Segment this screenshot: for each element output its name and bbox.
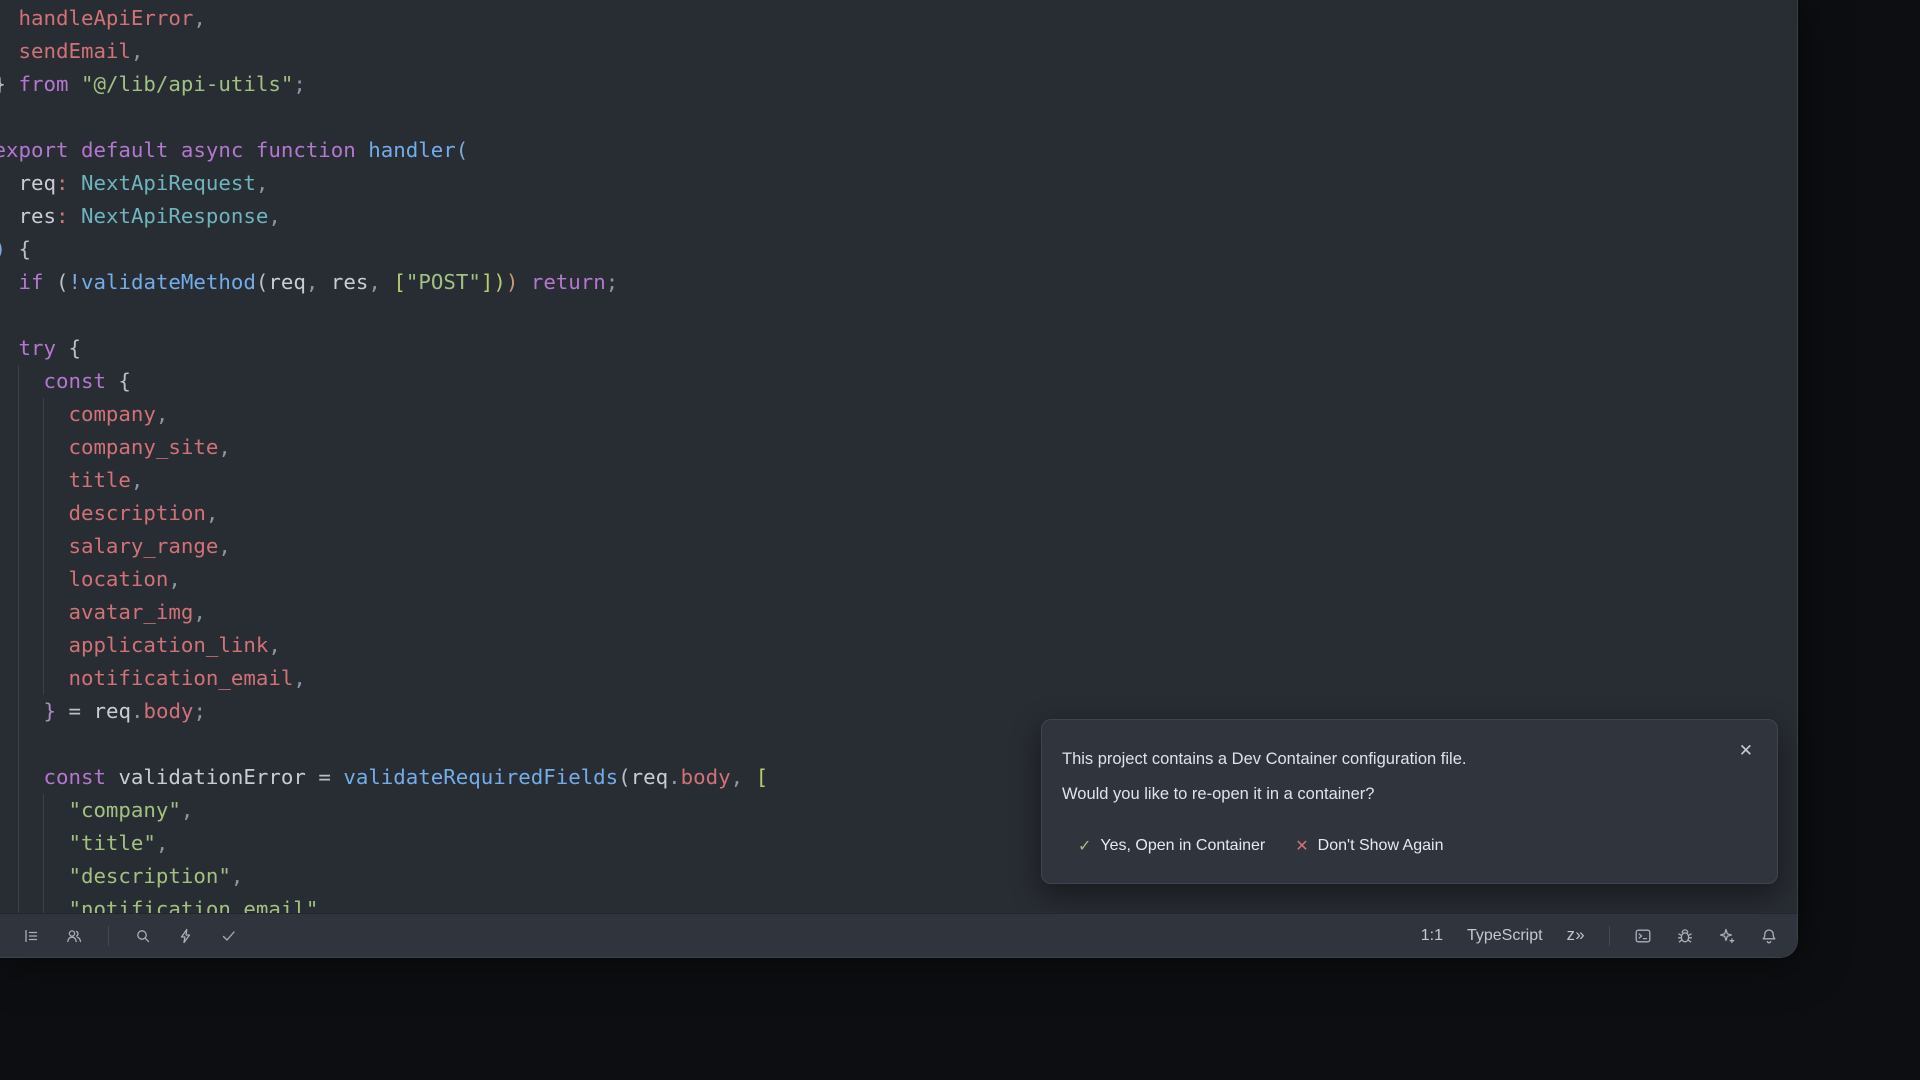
code-line: "notification_email",: [0, 893, 768, 913]
code-line: export default async function handler(: [0, 134, 768, 167]
divider: [1609, 926, 1610, 946]
code-line: [0, 728, 768, 761]
edit-prediction-icon[interactable]: z»: [1567, 926, 1585, 945]
code-line: "title",: [0, 827, 768, 860]
code-line: "description",: [0, 860, 768, 893]
zap-icon[interactable]: [177, 927, 195, 945]
check-icon: ✓: [1078, 836, 1091, 856]
terminal-icon[interactable]: [1634, 927, 1652, 945]
dont-show-again-button[interactable]: ✕ Don't Show Again: [1295, 836, 1443, 856]
code-line: [0, 101, 768, 134]
outline-panel-icon[interactable]: [22, 927, 40, 945]
cursor-position[interactable]: 1:1: [1421, 927, 1443, 945]
status-bar-right: 1:1 TypeScript z»: [1421, 926, 1778, 946]
code-line: res: NextApiResponse,: [0, 200, 768, 233]
code-line: const validationError = validateRequired…: [0, 761, 768, 794]
notifications-bell-icon[interactable]: [1760, 927, 1778, 945]
code-line: req: NextApiRequest,: [0, 167, 768, 200]
code-line: description,: [0, 497, 768, 530]
dev-container-notification: This project contains a Dev Container co…: [1041, 719, 1778, 884]
code-line: "company",: [0, 794, 768, 827]
cross-icon: ✕: [1295, 836, 1308, 856]
indent-guide: [43, 794, 44, 913]
language-selector[interactable]: TypeScript: [1467, 927, 1543, 945]
notification-message-line2: Would you like to re-open it in a contai…: [1062, 777, 1757, 812]
assistant-sparkle-icon[interactable]: [1718, 927, 1736, 945]
code-line: handleApiError,: [0, 2, 768, 35]
code-line: salary_range,: [0, 530, 768, 563]
code-editor[interactable]: handleApiError, sendEmail,} from "@/lib/…: [0, 2, 768, 913]
indent-guide: [43, 398, 44, 695]
code-line: title,: [0, 464, 768, 497]
code-line: ) {: [0, 233, 768, 266]
notification-message-line1: This project contains a Dev Container co…: [1062, 742, 1757, 777]
code-line: } from "@/lib/api-utils";: [0, 68, 768, 101]
collab-panel-icon[interactable]: [65, 927, 83, 945]
close-icon[interactable]: ✕: [1739, 742, 1753, 759]
notification-actions: ✓ Yes, Open in Container ✕ Don't Show Ag…: [1078, 836, 1757, 856]
code-line: avatar_img,: [0, 596, 768, 629]
code-line: application_link,: [0, 629, 768, 662]
code-line: company,: [0, 398, 768, 431]
search-icon[interactable]: [134, 927, 152, 945]
dont-show-again-label: Don't Show Again: [1318, 837, 1444, 855]
code-line: [0, 299, 768, 332]
editor-window: handleApiError, sendEmail,} from "@/lib/…: [0, 0, 1798, 958]
code-line: company_site,: [0, 431, 768, 464]
diagnostics-check-icon[interactable]: [220, 927, 238, 945]
code-line: const {: [0, 365, 768, 398]
open-in-container-button[interactable]: ✓ Yes, Open in Container: [1078, 836, 1265, 856]
status-bar: 1:1 TypeScript z»: [0, 913, 1797, 957]
code-line: try {: [0, 332, 768, 365]
code-line: sendEmail,: [0, 35, 768, 68]
open-in-container-label: Yes, Open in Container: [1100, 837, 1265, 855]
status-bar-left: [22, 926, 238, 946]
debug-icon[interactable]: [1676, 927, 1694, 945]
code-line: notification_email,: [0, 662, 768, 695]
code-line: } = req.body;: [0, 695, 768, 728]
code-line: location,: [0, 563, 768, 596]
divider: [108, 926, 109, 946]
indent-guide: [18, 365, 19, 913]
code-line: if (!validateMethod(req, res, ["POST"]))…: [0, 266, 768, 299]
